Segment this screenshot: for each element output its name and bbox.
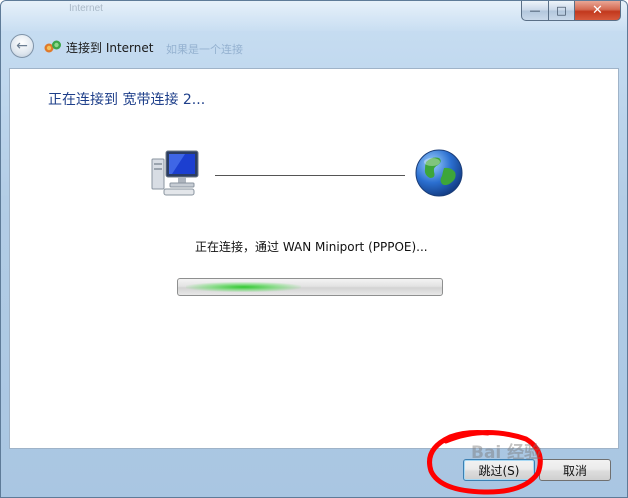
back-arrow-icon: ← xyxy=(16,38,28,54)
network-connection-icon xyxy=(44,40,61,53)
maximize-button[interactable]: □ xyxy=(549,1,575,21)
page-heading: 正在连接到 宽带连接 2... xyxy=(48,92,206,108)
wizard-content: 正在连接到 宽带连接 2... 正在连接，通过 WAN Miniport (PP… xyxy=(9,68,619,449)
connection-line xyxy=(215,175,405,176)
caption-buttons: — □ ✕ xyxy=(521,1,621,21)
wizard-window: Internet — □ ✕ ← 连接到 Internet 如果是一个连接 正在… xyxy=(0,0,628,498)
maximize-icon: □ xyxy=(556,4,567,17)
ghost-title-text: Internet xyxy=(69,3,103,14)
ghost-link-text: 如果是一个连接 xyxy=(166,43,243,56)
minimize-icon: — xyxy=(529,4,541,17)
close-icon: ✕ xyxy=(592,3,603,18)
close-button[interactable]: ✕ xyxy=(575,1,621,21)
cancel-button[interactable]: 取消 xyxy=(539,459,611,481)
wizard-title: 连接到 Internet xyxy=(66,41,154,55)
back-button[interactable]: ← xyxy=(10,34,34,58)
connection-status-text: 正在连接，通过 WAN Miniport (PPPOE)... xyxy=(195,240,428,254)
progress-marquee xyxy=(186,282,301,292)
connection-progress-bar xyxy=(177,278,443,296)
skip-button[interactable]: 跳过(S) xyxy=(463,459,535,481)
minimize-button[interactable]: — xyxy=(521,1,549,21)
globe-icon xyxy=(415,149,463,197)
computer-icon xyxy=(151,150,199,196)
